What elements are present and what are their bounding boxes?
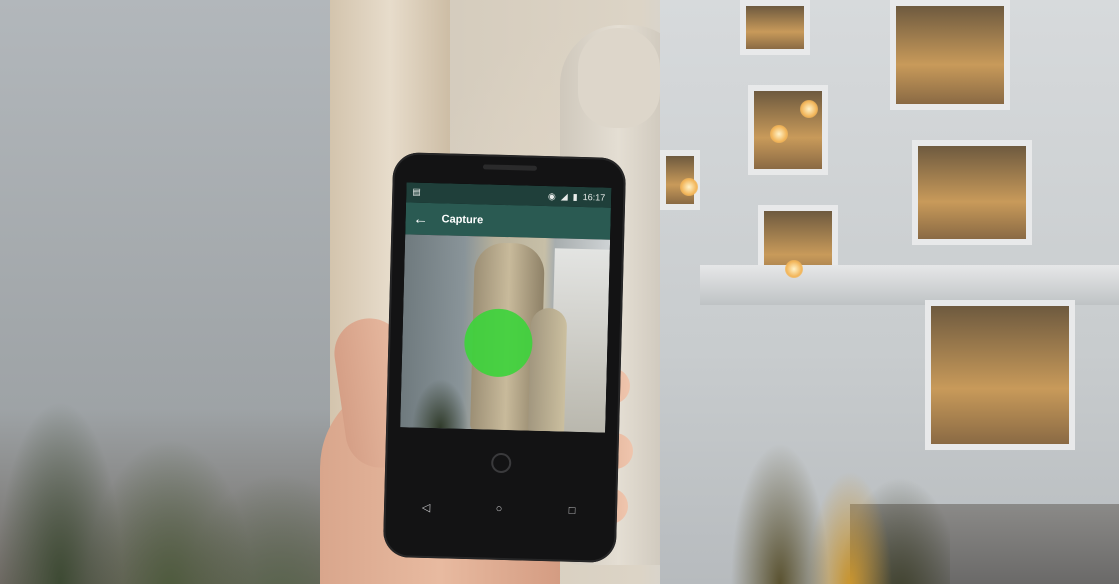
app-bar: ← Capture <box>405 202 611 240</box>
nav-recents-icon[interactable]: □ <box>560 505 584 518</box>
smartphone: ▤ ◉ ◢ ▮ 16:17 ← Capture ◁ ○ □ <box>382 152 627 563</box>
status-time: 16:17 <box>582 191 606 203</box>
lamp-light <box>680 178 698 196</box>
lamp-light <box>800 100 818 118</box>
battery-icon: ▮ <box>572 191 578 202</box>
plants-right <box>700 284 950 584</box>
signal-icon: ◢ <box>560 190 568 202</box>
phone-home-button[interactable] <box>490 452 512 474</box>
back-arrow-icon[interactable]: ← <box>405 210 435 228</box>
preview-statue-child <box>528 307 568 433</box>
sim-icon: ▤ <box>412 186 421 197</box>
camera-preview[interactable] <box>400 234 611 433</box>
eye-icon: ◉ <box>547 190 556 201</box>
lamp-light <box>785 260 803 278</box>
nav-back-icon[interactable]: ◁ <box>414 500 438 514</box>
lamp-light <box>770 125 788 143</box>
app-title: Capture <box>441 213 484 227</box>
building-window <box>740 0 810 55</box>
nav-home-icon[interactable]: ○ <box>487 503 511 516</box>
photo-scene: ▤ ◉ ◢ ▮ 16:17 ← Capture ◁ ○ □ <box>0 0 1119 584</box>
android-nav-bar: ◁ ○ □ <box>414 495 585 523</box>
phone-screen: ▤ ◉ ◢ ▮ 16:17 ← Capture <box>400 182 612 433</box>
building-window <box>890 0 1010 110</box>
building-window <box>912 140 1032 245</box>
statue-head <box>578 28 660 128</box>
building-window <box>748 85 828 175</box>
phone-speaker <box>482 164 538 171</box>
